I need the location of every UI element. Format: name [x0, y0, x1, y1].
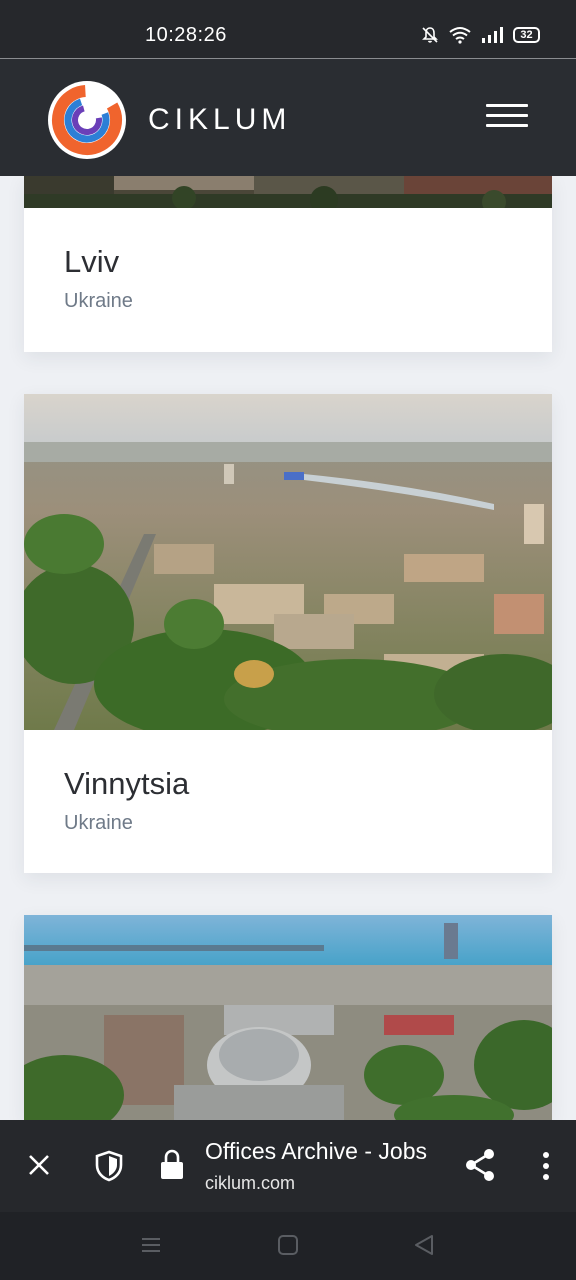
shield-icon[interactable]: [95, 1150, 123, 1182]
office-photo-vinnytsia: [24, 394, 552, 730]
page-url[interactable]: ciklum.com: [205, 1173, 295, 1194]
hamburger-menu-icon[interactable]: [486, 104, 528, 130]
office-country: Ukraine: [64, 290, 133, 312]
status-bar: 10:28:26 32: [0, 0, 576, 58]
brand-name[interactable]: CIKLUM: [148, 103, 291, 137]
signal-icon: [482, 27, 503, 43]
office-photo-next: [24, 915, 552, 1120]
ciklum-logo-icon[interactable]: [48, 81, 126, 159]
office-card-next[interactable]: [24, 915, 552, 1120]
office-city: Vinnytsia: [64, 766, 190, 801]
office-country: Ukraine: [64, 812, 133, 834]
recents-icon[interactable]: [140, 1234, 162, 1256]
site-header: CIKLUM: [0, 59, 576, 176]
back-icon[interactable]: [413, 1234, 435, 1256]
status-icons: 32: [421, 26, 540, 44]
system-nav-bar: [0, 1212, 576, 1280]
office-city: Lviv: [64, 244, 120, 279]
browser-toolbar: Offices Archive - Jobs ciklum.com: [0, 1120, 576, 1212]
office-list: Lviv Ukraine Vinnytsia Ukraine: [0, 176, 576, 1120]
mute-bell-icon: [422, 27, 438, 43]
share-icon[interactable]: [464, 1148, 496, 1182]
lock-icon[interactable]: [160, 1148, 184, 1180]
close-icon[interactable]: [28, 1154, 50, 1176]
office-photo-lviv: [24, 176, 552, 208]
office-card-lviv[interactable]: Lviv Ukraine: [24, 176, 552, 352]
wifi-icon: [449, 27, 471, 44]
office-card-vinnytsia[interactable]: Vinnytsia Ukraine: [24, 394, 552, 873]
home-icon[interactable]: [277, 1234, 299, 1256]
more-vert-icon[interactable]: [541, 1152, 551, 1180]
page-title[interactable]: Offices Archive - Jobs: [205, 1138, 427, 1165]
battery-icon: 32: [513, 27, 540, 43]
status-time: 10:28:26: [145, 24, 227, 46]
